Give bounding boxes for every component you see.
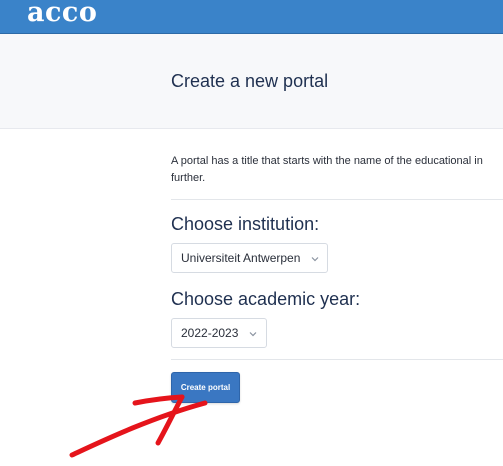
chevron-down-icon: [310, 253, 320, 263]
intro-text: A portal has a title that starts with th…: [171, 153, 503, 187]
intro-line-2: further.: [171, 172, 206, 184]
divider: [171, 359, 503, 360]
academic-year-select-value: 2022-2023: [181, 326, 239, 340]
institution-select-value: Universiteit Antwerpen: [181, 251, 301, 265]
divider: [171, 199, 503, 200]
create-portal-button[interactable]: Create portal: [171, 372, 240, 403]
acco-logo[interactable]: acco: [27, 0, 97, 28]
chevron-down-icon: [248, 328, 258, 338]
academic-year-select[interactable]: 2022-2023: [171, 318, 267, 348]
top-navigation-bar: acco: [0, 0, 503, 34]
intro-line-1: A portal has a title that starts with th…: [171, 155, 483, 167]
page-title: Create a new portal: [171, 71, 329, 91]
institution-select[interactable]: Universiteit Antwerpen: [171, 243, 328, 273]
academic-year-heading: Choose academic year:: [171, 289, 361, 309]
institution-heading: Choose institution:: [171, 214, 320, 234]
